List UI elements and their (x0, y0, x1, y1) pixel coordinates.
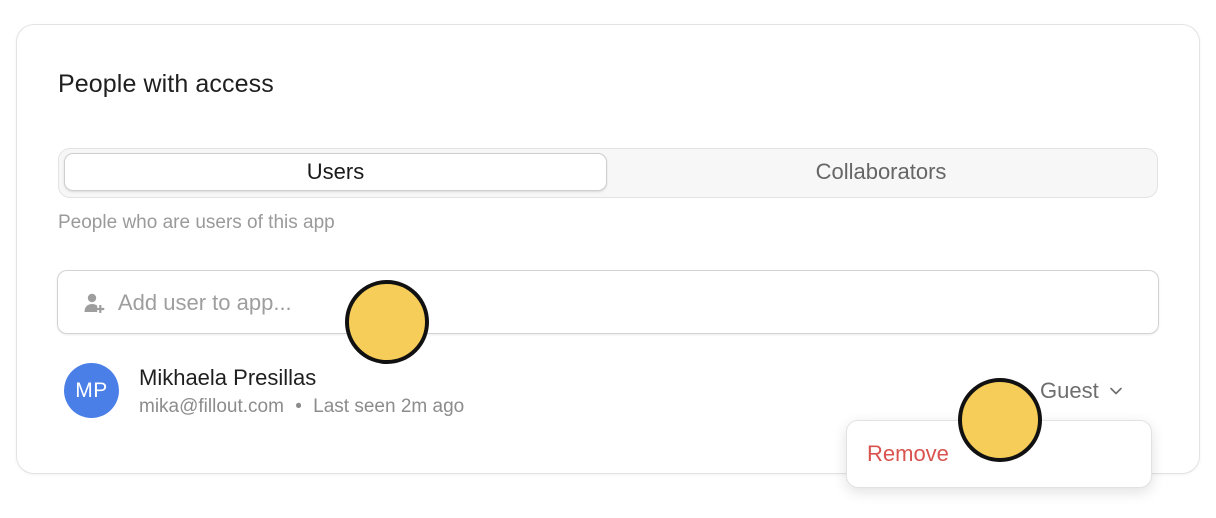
user-name: Mikhaela Presillas (139, 365, 317, 390)
add-user-input[interactable] (118, 283, 1118, 323)
meta-separator: • (295, 396, 302, 417)
cursor-marker (345, 280, 429, 364)
section-subtitle: People who are users of this app (58, 212, 335, 233)
remove-menu-item[interactable]: Remove (867, 441, 949, 467)
avatar: MP (64, 363, 119, 418)
user-meta: mika@fillout.com • Last seen 2m ago (139, 396, 464, 418)
role-dropdown[interactable]: Guest (1040, 376, 1123, 406)
cursor-marker (958, 378, 1042, 462)
user-last-seen: Last seen 2m ago (313, 396, 465, 417)
add-user-field[interactable] (57, 270, 1159, 334)
tab-collaborators[interactable]: Collaborators (609, 153, 1153, 191)
role-label: Guest (1040, 378, 1099, 403)
section-title: People with access (58, 70, 274, 98)
chevron-down-icon (1109, 387, 1122, 395)
user-email: mika@fillout.com (139, 396, 284, 417)
tab-bar: Users Collaborators (58, 148, 1158, 198)
tab-users[interactable]: Users (64, 153, 607, 191)
add-user-icon (84, 293, 105, 313)
